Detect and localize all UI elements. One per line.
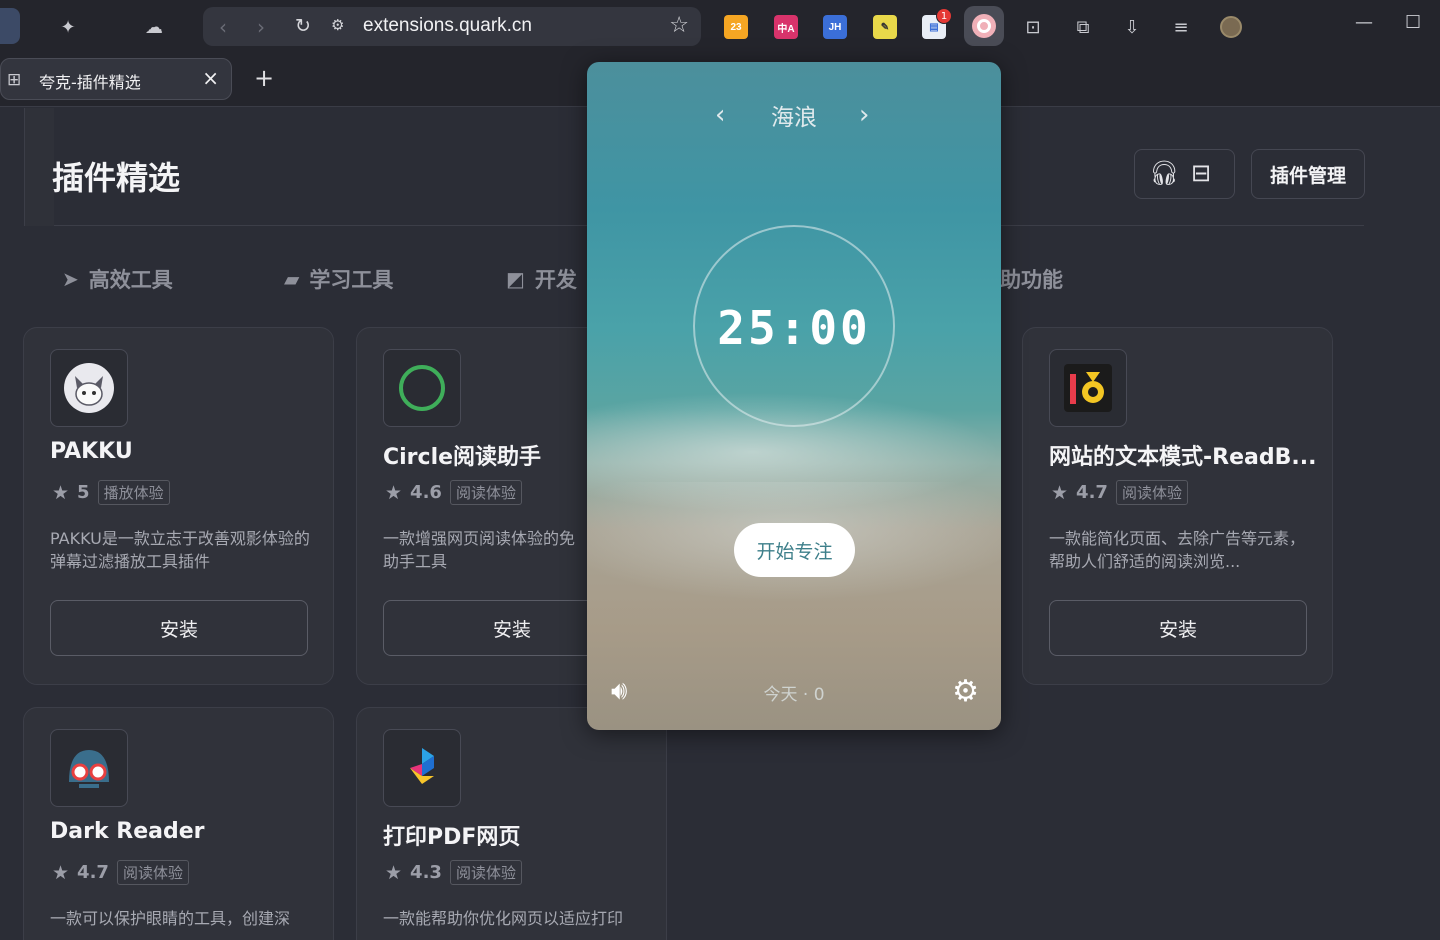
header-icon-group: 🎧︎ ⊟ [1134, 149, 1235, 199]
site-settings-icon[interactable]: ⚙ [331, 16, 344, 34]
tab-close-icon[interactable]: × [202, 66, 219, 90]
plugin-name: Dark Reader [50, 819, 205, 844]
start-focus-button[interactable]: 开始专注 [734, 523, 855, 577]
readb-logo-icon [1049, 349, 1127, 427]
maximize-icon[interactable]: ☐ [1405, 12, 1421, 33]
install-button[interactable]: 安装 [50, 600, 308, 656]
rating-value: 4.7 [77, 862, 109, 883]
star-icon: ★ [385, 481, 403, 504]
profile-avatar[interactable] [1215, 11, 1247, 43]
plugin-rating: ★ 4.7 阅读体验 [1051, 480, 1188, 505]
book-icon: ▰ [284, 267, 300, 291]
page-title: 插件精选 [52, 159, 181, 197]
plugin-rating: ★ 5 播放体验 [52, 480, 170, 505]
plugin-name: Circle阅读助手 [383, 445, 542, 470]
menu-icon[interactable]: ≡ [1165, 11, 1197, 43]
plugin-description: PAKKU是一款立志于改善观影体验的弹幕过滤播放工具插件 [50, 529, 310, 571]
plugin-rating: ★ 4.7 阅读体验 [52, 860, 189, 885]
minimize-icon[interactable]: — [1355, 12, 1373, 33]
print-pdf-icon [383, 729, 461, 807]
tab-title: 夸克-插件精选 [39, 73, 141, 92]
terminal-icon: ◩ [506, 267, 525, 291]
note-extension-icon[interactable]: ✎ [873, 15, 897, 39]
plugin-card[interactable]: 网站的文本模式-ReadB... ★ 4.7 阅读体验 一款能简化页面、去除广告… [1022, 327, 1333, 685]
gear-icon[interactable]: ⚙ [952, 674, 979, 709]
bookmark-star-icon[interactable]: ☆ [669, 13, 689, 38]
star-icon: ★ [1051, 481, 1069, 504]
category-accessibility[interactable]: 助功能 [1000, 264, 1063, 294]
inbox-icon[interactable]: ⊟ [1191, 159, 1211, 187]
category-learning[interactable]: ▰ 学习工具 [284, 264, 393, 294]
plugin-card[interactable]: PAKKU ★ 5 播放体验 PAKKU是一款立志于改善观影体验的弹幕过滤播放工… [23, 327, 334, 685]
plugin-card[interactable]: 打印PDF网页 ★ 4.3 阅读体验 一款能帮助你优化网页以适应打印 [356, 707, 667, 940]
header-side-bar [24, 108, 54, 226]
download-icon[interactable]: ⇩ [1116, 11, 1148, 43]
ai-sparkle-icon[interactable]: ✦ [52, 11, 84, 43]
category-label: 助功能 [1000, 268, 1063, 292]
url-text[interactable]: extensions.quark.cn [363, 15, 532, 37]
browser-toolbar: ✦ ☁ ‹ › ↻ ⚙ extensions.quark.cn ☆ 23 中A … [0, 0, 1440, 54]
back-icon[interactable]: ‹ [219, 15, 227, 39]
plugin-manage-button[interactable]: 插件管理 [1251, 149, 1365, 199]
category-tag: 播放体验 [97, 480, 170, 505]
new-tab-plus-icon[interactable]: + [254, 64, 274, 92]
cloud-sync-icon[interactable]: ☁ [138, 11, 170, 43]
scene-title: 海浪 [771, 105, 817, 131]
category-label: 高效工具 [88, 268, 173, 292]
forward-icon[interactable]: › [257, 15, 265, 39]
cat-avatar-icon [50, 349, 128, 427]
timer-display: 25:00 [717, 301, 871, 355]
category-tag: 阅读体验 [116, 860, 189, 885]
notification-badge: 1 [936, 8, 952, 24]
category-tag: 阅读体验 [1115, 480, 1188, 505]
plugin-name: 打印PDF网页 [383, 825, 521, 850]
dark-reader-icon [50, 729, 128, 807]
star-icon: ★ [385, 861, 403, 884]
focus-timer-extension-active[interactable] [964, 6, 1004, 46]
category-label: 学习工具 [309, 268, 394, 292]
rating-value: 4.3 [410, 862, 442, 883]
plugin-description: 一款可以保护眼睛的工具，创建深 [50, 909, 291, 928]
address-bar[interactable]: ‹ › ↻ ⚙ extensions.quark.cn ☆ [203, 7, 701, 46]
grid-favicon-icon: ⊞ [7, 70, 22, 90]
today-count: 今天 · 0 [763, 685, 825, 705]
extensions-puzzle-icon[interactable]: ⧉ [1067, 11, 1099, 43]
category-label: 开发 [534, 268, 577, 292]
plugin-rating: ★ 4.3 阅读体验 [385, 860, 522, 885]
focus-timer-popup: ‹ 海浪 › 25:00 开始专注 🔊︎ 今天 · 0 ⚙ [587, 62, 1001, 730]
jh-extension-icon[interactable]: JH [823, 15, 847, 39]
next-scene-chevron-icon[interactable]: › [859, 100, 869, 130]
category-tag: 阅读体验 [449, 860, 522, 885]
category-tag: 阅读体验 [449, 480, 522, 505]
plugin-description: 一款能帮助你优化网页以适应打印 [383, 909, 624, 928]
plugin-description: 一款能简化页面、去除广告等元素，帮助人们舒适的阅读浏览... [1049, 529, 1306, 571]
plugin-description: 一款增强网页阅读体验的免助手工具 [383, 529, 576, 571]
green-circle-icon [383, 349, 461, 427]
category-dev[interactable]: ◩ 开发 [506, 264, 577, 294]
plugin-card[interactable]: Dark Reader ★ 4.7 阅读体验 一款可以保护眼睛的工具，创建深 [23, 707, 334, 940]
rating-value: 5 [77, 482, 90, 503]
plugin-name: 网站的文本模式-ReadB... [1049, 445, 1317, 470]
category-efficiency[interactable]: ➤ 高效工具 [62, 264, 173, 294]
paper-plane-icon: ➤ [62, 267, 79, 291]
translate-extension-icon[interactable]: 中A [774, 15, 798, 39]
reader-mode-icon[interactable]: ⊡ [1017, 11, 1049, 43]
reload-icon[interactable]: ↻ [295, 15, 311, 37]
install-button[interactable]: 安装 [1049, 600, 1307, 656]
star-icon: ★ [52, 481, 70, 504]
plugin-name: PAKKU [50, 439, 133, 464]
focus-timer-icon [972, 14, 996, 38]
headset-support-icon[interactable]: 🎧︎ [1149, 159, 1179, 187]
tab-active[interactable]: ⊞ 夸克-插件精选 × [0, 58, 232, 100]
star-icon: ★ [52, 861, 70, 884]
calendar-extension-icon[interactable]: 23 [724, 15, 748, 39]
rating-value: 4.7 [1076, 482, 1108, 503]
plugin-rating: ★ 4.6 阅读体验 [385, 480, 522, 505]
rating-value: 4.6 [410, 482, 442, 503]
sidebar-toggle[interactable] [0, 8, 20, 44]
